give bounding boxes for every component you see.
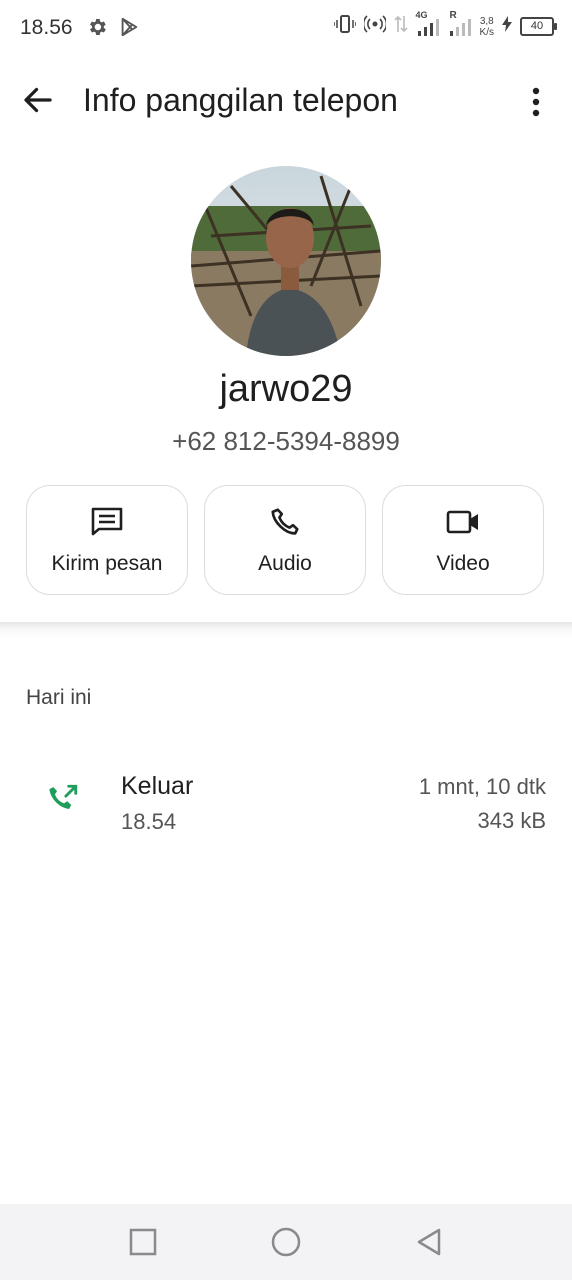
contact-header: jarwo29 +62 812-5394-8899 Kirim pesan Au… <box>0 146 572 622</box>
speed-value: 3,8 <box>479 15 494 27</box>
play-store-icon <box>118 16 140 43</box>
audio-call-button[interactable]: Audio <box>204 485 366 595</box>
battery-indicator: 40 <box>520 17 557 36</box>
app-bar: Info panggilan telepon <box>0 60 572 147</box>
call-type: Keluar <box>121 772 194 800</box>
avatar-photo <box>191 166 381 356</box>
charging-icon <box>502 16 512 37</box>
triangle-back-icon <box>417 1228 441 1256</box>
action-buttons: Kirim pesan Audio Video <box>26 485 546 597</box>
contact-name: jarwo29 <box>219 368 353 410</box>
contact-phone: +62 812-5394-8899 <box>172 426 400 456</box>
navigation-bar <box>0 1204 572 1280</box>
vibrate-icon <box>332 14 357 39</box>
status-right: 4G R 3,8 K/s 40 <box>332 10 557 39</box>
video-icon <box>383 506 543 538</box>
call-data-size: 343 kB <box>477 808 547 833</box>
video-call-button[interactable]: Video <box>382 485 544 595</box>
back-button[interactable] <box>413 1226 445 1258</box>
audio-label: Audio <box>258 552 312 575</box>
back-arrow-icon <box>24 87 52 113</box>
home-button[interactable] <box>270 1226 302 1258</box>
send-message-button[interactable]: Kirim pesan <box>26 485 188 595</box>
video-label: Video <box>436 552 490 575</box>
call-history-row[interactable]: Keluar 18.54 1 mnt, 10 dtk 343 kB <box>0 760 572 850</box>
status-left-icons <box>86 16 140 43</box>
signal-4g-icon: 4G <box>416 10 440 38</box>
screen: 18.56 4G R 3,8 K/s 40 Info panggilan tel… <box>0 0 572 1280</box>
status-time: 18.56 <box>20 16 73 39</box>
hotspot-icon <box>362 14 387 39</box>
more-vert-icon <box>532 87 540 117</box>
speed-unit: K/s <box>479 26 494 38</box>
status-bar: 18.56 4G R 3,8 K/s 40 <box>0 0 572 58</box>
circle-icon <box>271 1227 301 1257</box>
call-time: 18.54 <box>121 809 177 834</box>
outgoing-call-icon <box>46 782 80 816</box>
more-options-button[interactable] <box>520 82 552 122</box>
page-title: Info panggilan telepon <box>83 82 398 118</box>
square-icon <box>129 1228 157 1256</box>
back-arrow-button[interactable] <box>20 82 56 118</box>
settings-gear-icon <box>86 16 108 43</box>
phone-icon <box>205 506 365 538</box>
message-icon <box>27 506 187 538</box>
signal-roaming-icon: R <box>448 10 472 38</box>
network-speed: 3,8 K/s <box>480 16 494 38</box>
send-message-label: Kirim pesan <box>51 552 163 575</box>
history-section-title: Hari ini <box>26 686 92 709</box>
avatar[interactable] <box>191 166 381 356</box>
recents-button[interactable] <box>127 1226 159 1258</box>
section-divider <box>0 622 572 638</box>
call-duration: 1 mnt, 10 dtk <box>418 774 546 799</box>
data-arrows-icon <box>393 14 408 39</box>
